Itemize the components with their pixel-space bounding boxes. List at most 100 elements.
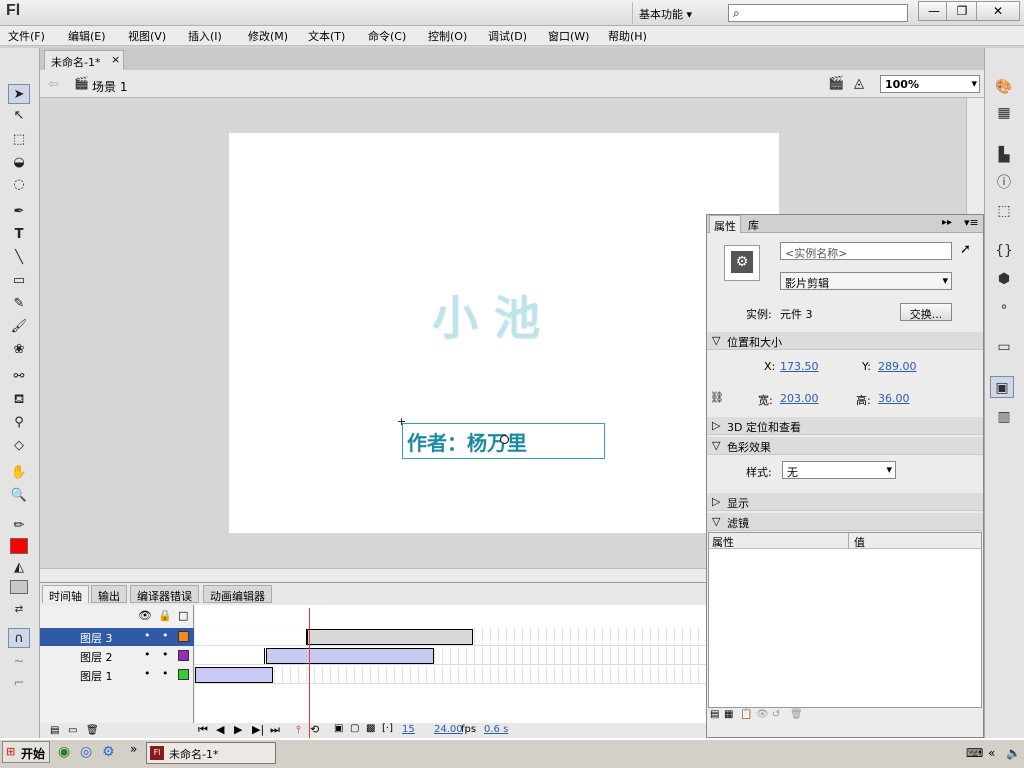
menu-debug[interactable]: 调试(D) bbox=[488, 28, 527, 44]
subselection-tool-icon[interactable]: ↖ bbox=[8, 106, 30, 126]
symbol-type-select[interactable]: 影片剪辑 ▾ bbox=[780, 272, 952, 290]
close-button[interactable]: ✕ bbox=[976, 1, 1020, 21]
stroke-color-icon[interactable]: ✏ bbox=[8, 516, 30, 536]
project-icon[interactable]: ▭ bbox=[992, 336, 1016, 358]
tab-properties[interactable]: 属性 bbox=[709, 215, 741, 233]
new-layer-icon[interactable]: ▤ bbox=[50, 725, 59, 736]
lock-icon[interactable]: 🔒 bbox=[158, 609, 172, 622]
motion-tween-span[interactable] bbox=[266, 648, 434, 664]
line-tool-icon[interactable]: ╲ bbox=[8, 248, 30, 268]
filter-list[interactable] bbox=[708, 532, 982, 708]
modify-markers-icon[interactable]: [·] bbox=[382, 723, 393, 734]
tab-library[interactable]: 库 bbox=[748, 217, 759, 233]
keyboard-icon[interactable]: ⌨ bbox=[966, 746, 983, 760]
close-tab-icon[interactable]: × bbox=[111, 53, 120, 66]
rewind-icon[interactable]: ⏮ bbox=[198, 723, 208, 737]
align-icon[interactable]: ▙ bbox=[992, 144, 1016, 166]
tray-chevron-icon[interactable]: « bbox=[988, 746, 995, 760]
straighten-icon[interactable]: ⌐ bbox=[8, 674, 30, 694]
tab-timeline[interactable]: 时间轴 bbox=[42, 585, 89, 603]
browser-icon[interactable]: ◎ bbox=[80, 744, 92, 760]
motion-tween-span[interactable] bbox=[195, 667, 273, 683]
link-icon[interactable]: ⛓ bbox=[710, 391, 724, 404]
swatches-icon[interactable]: ▦ bbox=[992, 102, 1016, 124]
layer-lock-dot[interactable]: • bbox=[162, 629, 169, 642]
components-icon[interactable]: ⬢ bbox=[992, 268, 1016, 290]
menu-window[interactable]: 窗口(W) bbox=[548, 28, 589, 44]
section-3d[interactable]: ▷ 3D 定位和查看 bbox=[707, 417, 983, 435]
media-player-icon[interactable]: ◉ bbox=[58, 744, 70, 760]
frame-rate[interactable]: 24.00 bbox=[434, 724, 463, 735]
workspace-switcher[interactable]: 基本功能 ▾ bbox=[632, 2, 716, 24]
go-to-end-icon[interactable]: ⏭ bbox=[270, 723, 280, 737]
reset-filter-icon[interactable]: ↺ bbox=[772, 709, 780, 720]
3d-rotation-tool-icon[interactable]: ◒ bbox=[8, 153, 30, 173]
smooth-icon[interactable]: ~ bbox=[8, 652, 30, 672]
delete-filter-icon[interactable]: 🗑 bbox=[790, 709, 803, 720]
swap-button[interactable]: 交换... bbox=[900, 303, 952, 321]
edit-symbols-icon[interactable]: ◬ bbox=[854, 76, 864, 91]
lasso-tool-icon[interactable]: ◌ bbox=[8, 175, 30, 195]
info-icon[interactable]: ⓘ bbox=[992, 172, 1016, 194]
eyedropper-tool-icon[interactable]: ⚲ bbox=[8, 413, 30, 433]
layer-outline-color[interactable] bbox=[178, 631, 189, 642]
center-frame-icon[interactable]: ⫯ bbox=[296, 723, 301, 737]
back-arrow-icon[interactable]: ⇦ bbox=[48, 77, 59, 92]
onion-skin-icon[interactable]: ▣ bbox=[334, 723, 343, 734]
zoom-tool-icon[interactable]: 🔍 bbox=[8, 486, 30, 506]
section-position-size[interactable]: ▽ 位置和大小 bbox=[707, 332, 983, 350]
menu-edit[interactable]: 编辑(E) bbox=[68, 28, 106, 44]
start-button[interactable]: ⊞ 开始 bbox=[2, 741, 50, 763]
swap-colors-icon[interactable]: ⇄ bbox=[8, 600, 30, 620]
tab-compiler-errors[interactable]: 编译器错误 bbox=[130, 585, 199, 603]
fill-color-swatch[interactable] bbox=[10, 580, 28, 594]
layer-outline-color[interactable] bbox=[178, 669, 189, 680]
instance-name-input[interactable]: <实例名称> bbox=[780, 242, 952, 260]
bone-tool-icon[interactable]: ⚯ bbox=[8, 367, 30, 387]
properties-icon[interactable]: ▣ bbox=[990, 376, 1014, 398]
snap-to-objects-icon[interactable]: ∩ bbox=[8, 628, 30, 648]
width-value[interactable]: 203.00 bbox=[780, 392, 819, 405]
delete-layer-icon[interactable]: 🗑 bbox=[86, 725, 99, 736]
menu-view[interactable]: 视图(V) bbox=[128, 28, 166, 44]
layer-lock-dot[interactable]: • bbox=[162, 648, 169, 661]
menu-commands[interactable]: 命令(C) bbox=[368, 28, 406, 44]
code-snippets-icon[interactable]: {} bbox=[992, 240, 1016, 262]
eye-icon[interactable]: 👁 bbox=[138, 609, 152, 622]
presets-icon[interactable]: ▦ bbox=[724, 709, 733, 720]
rectangle-tool-icon[interactable]: ▭ bbox=[8, 271, 30, 291]
selection-tool-icon[interactable]: ➤ bbox=[8, 84, 30, 104]
layer-outline-color[interactable] bbox=[178, 650, 189, 661]
paint-bucket-tool-icon[interactable]: ⛾ bbox=[8, 390, 30, 410]
new-folder-icon[interactable]: ▭ bbox=[68, 725, 77, 736]
fill-color-icon[interactable]: ◭ bbox=[8, 558, 30, 578]
text-tool-icon[interactable]: T bbox=[8, 225, 30, 245]
stroke-color-swatch[interactable] bbox=[10, 538, 28, 554]
layer-row-2[interactable]: 图层 2 • • bbox=[40, 647, 194, 665]
pen-tool-icon[interactable]: ✒ bbox=[8, 202, 30, 222]
section-display[interactable]: ▷ 显示 bbox=[707, 493, 983, 511]
library-icon[interactable]: ▥ bbox=[992, 406, 1016, 428]
edit-scene-icon[interactable]: 🎬 bbox=[828, 76, 844, 91]
quick-launch-chevron[interactable]: » bbox=[130, 742, 137, 756]
help-search-input[interactable]: ⌕ bbox=[728, 4, 908, 22]
layer-lock-dot[interactable]: • bbox=[162, 667, 169, 680]
layer-visible-dot[interactable]: • bbox=[144, 648, 151, 661]
edit-multiple-icon[interactable]: ▩ bbox=[366, 723, 375, 734]
height-value[interactable]: 36.00 bbox=[878, 392, 910, 405]
menu-control[interactable]: 控制(O) bbox=[428, 28, 467, 44]
onion-outline-icon[interactable]: ▢ bbox=[350, 723, 359, 734]
clipboard-icon[interactable]: 📋 bbox=[740, 709, 752, 720]
color-panel-icon[interactable]: 🎨 bbox=[992, 76, 1016, 98]
menu-text[interactable]: 文本(T) bbox=[308, 28, 345, 44]
restore-button[interactable]: ❐ bbox=[946, 1, 978, 21]
tab-motion-editor[interactable]: 动画编辑器 bbox=[203, 585, 272, 603]
step-forward-icon[interactable]: ▶| bbox=[252, 723, 264, 736]
eraser-tool-icon[interactable]: ◇ bbox=[8, 436, 30, 456]
panel-menu-icon[interactable]: ▾≡ bbox=[964, 216, 979, 229]
step-back-icon[interactable]: ◀ bbox=[216, 723, 224, 736]
transform-icon[interactable]: ⬚ bbox=[992, 200, 1016, 222]
hand-tool-icon[interactable]: ✋ bbox=[8, 463, 30, 483]
section-color-effect[interactable]: ▽ 色彩效果 bbox=[707, 437, 983, 455]
x-value[interactable]: 173.50 bbox=[780, 360, 819, 373]
